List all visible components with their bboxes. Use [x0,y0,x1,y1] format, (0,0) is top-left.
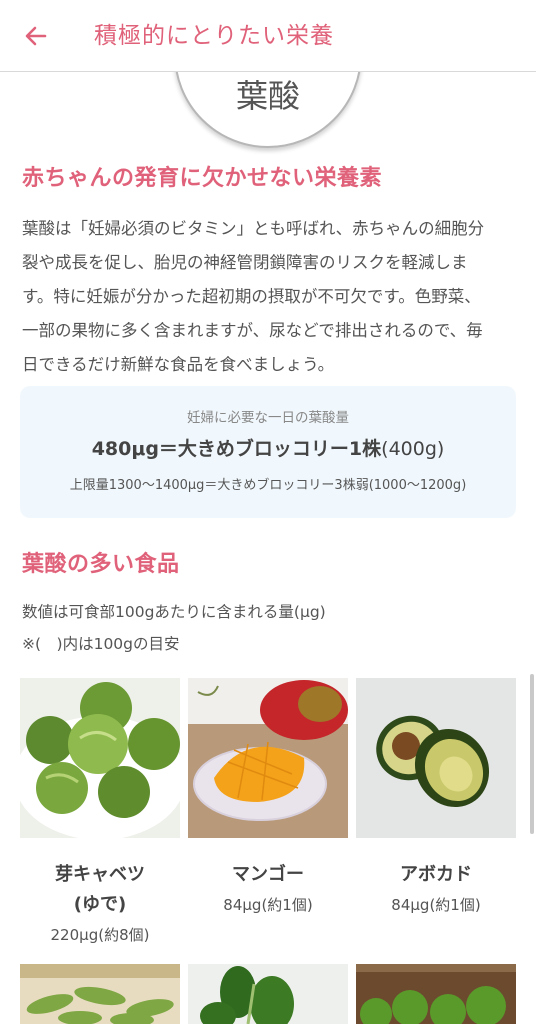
avocado-image [356,678,516,838]
intro-line: 一部の果物に多く含まれますが、尿などで排出されるので、毎 [22,321,483,340]
edamame-image [20,964,180,1024]
section-heading-foods: 葉酸の多い食品 [22,552,180,577]
food-card[interactable]: 芽キャベツ (ゆで) 220μg(約8個) [20,678,180,950]
section-heading-importance: 赤ちゃんの発育に欠かせない栄養素 [22,166,383,191]
intro-line: す。特に妊娠が分かった超初期の摂取が不可欠です。色野菜、 [22,287,481,306]
scrollbar[interactable] [530,674,534,834]
food-name: 芽キャベツ (ゆで) [20,860,180,920]
food-amount: 84μg(約1個) [223,896,313,914]
food-card[interactable]: マンゴー 84μg(約1個) [188,678,348,920]
daily-intake-caption: 妊婦に必要な一日の葉酸量 [187,410,349,426]
food-card[interactable]: アボカド 84μg(約1個) [356,678,516,920]
food-name: アボカド [400,864,472,885]
mango-image [188,678,348,838]
food-amount: 84μg(約1個) [391,896,481,914]
greens-image [356,964,516,1024]
back-button[interactable] [20,20,52,52]
daily-intake-box: 妊婦に必要な一日の葉酸量 480μg＝大きめブロッコリー1株(400g) 上限量… [20,386,516,518]
food-name-line: 芽キャベツ [55,864,145,885]
food-name: マンゴー [232,864,304,885]
spinach-image [188,964,348,1024]
daily-intake-amount-bold: 480μg＝大きめブロッコリー1株 [91,438,382,460]
portion-note: ※( )内は100gの目安 [22,635,180,653]
intro-line: 日できるだけ新鮮な食品を食べましょう。 [22,355,335,374]
food-name-line: (ゆで) [73,894,127,915]
upper-limit-text: 上限量1300〜1400μg＝大きめブロッコリー3株弱(1000〜1200g) [69,478,467,493]
daily-intake-amount-weight: (400g) [381,438,445,460]
unit-note: 数値は可食部100gあたりに含まれる量(μg) [22,603,326,621]
daily-intake-amount: 480μg＝大きめブロッコリー1株(400g) [20,434,516,461]
nutrient-badge-label: 葉酸 [235,77,300,115]
intro-paragraph: 葉酸は「妊婦必須のビタミン」とも呼ばれ、赤ちゃんの細胞分 裂や成長を促し、胎児の… [22,212,518,382]
arrow-left-icon [25,26,47,46]
page-title: 積極的にとりたい栄養 [94,23,334,49]
intro-line: 裂や成長を促し、胎児の神経管閉鎖障害のリスクを軽減しま [22,253,468,272]
intro-line: 葉酸は「妊婦必須のビタミン」とも呼ばれ、赤ちゃんの細胞分 [22,219,485,238]
food-amount: 220μg(約8個) [50,926,150,944]
app-bar: 積極的にとりたい栄養 [0,0,536,72]
brussels-sprouts-image [20,678,180,838]
